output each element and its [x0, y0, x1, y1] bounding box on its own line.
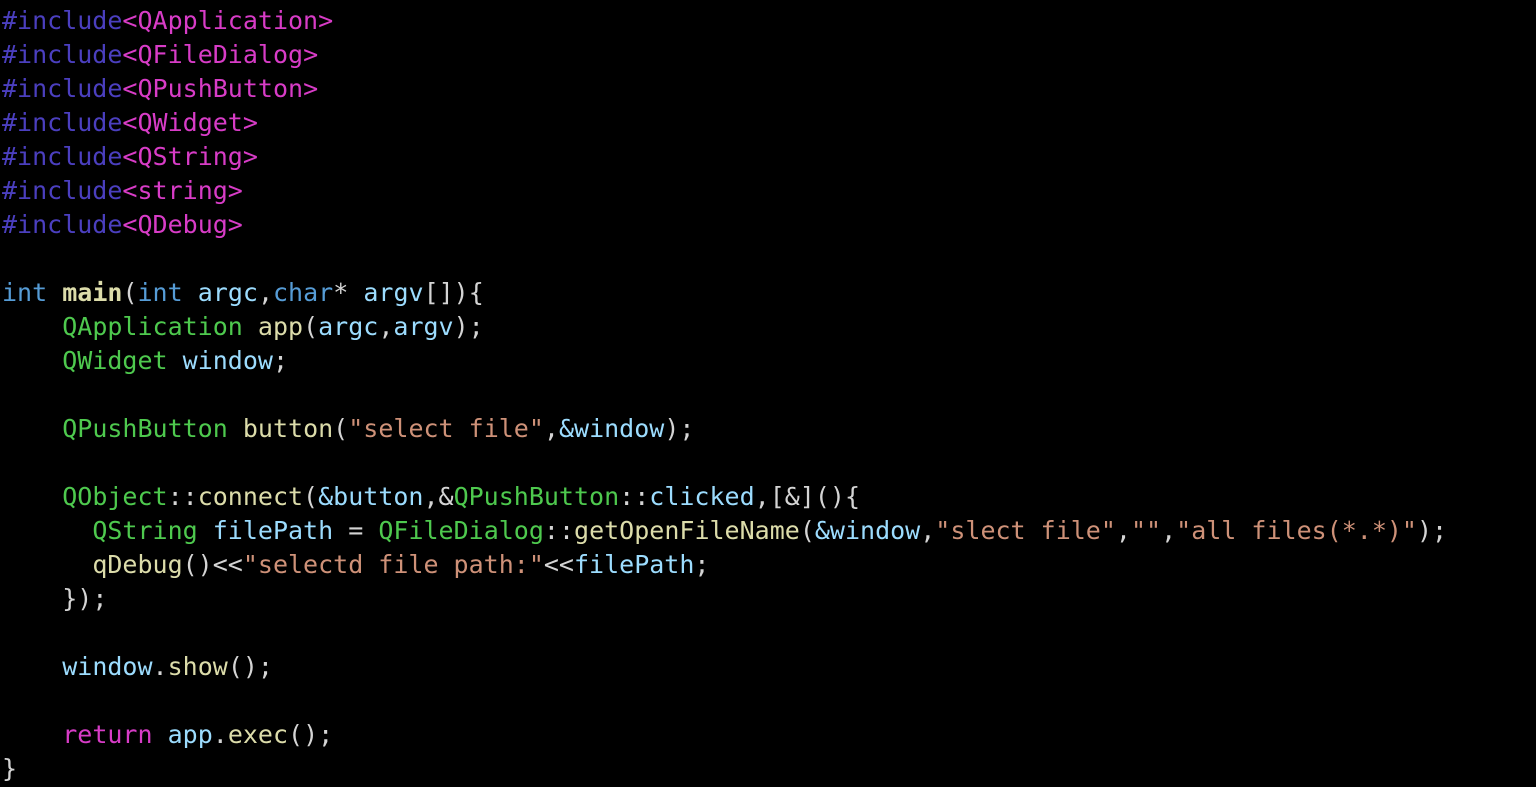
code-line: QPushButton button("select file",&window… — [2, 414, 694, 443]
code-line: #include<QString> — [2, 142, 258, 171]
include-header: <QPushButton> — [122, 74, 318, 103]
preproc-directive: #include — [2, 108, 122, 137]
string-literal: "all files(*.*)" — [1176, 516, 1417, 545]
include-header: <QDebug> — [122, 210, 242, 239]
keyword: char — [273, 278, 333, 307]
preproc-directive: #include — [2, 74, 122, 103]
identifier: argc — [318, 312, 378, 341]
code-line: } — [2, 754, 17, 783]
include-header: <QString> — [122, 142, 257, 171]
preproc-directive: #include — [2, 40, 122, 69]
identifier: window — [183, 346, 273, 375]
function-call: exec — [228, 720, 288, 749]
type: QPushButton — [62, 414, 228, 443]
include-header: <QFileDialog> — [122, 40, 318, 69]
code-line: }); — [2, 584, 107, 613]
identifier: &button — [318, 482, 423, 511]
function-call: connect — [198, 482, 303, 511]
code-line: #include<QDebug> — [2, 210, 243, 239]
identifier: argc — [198, 278, 258, 307]
include-header: <QWidget> — [122, 108, 257, 137]
preproc-directive: #include — [2, 176, 122, 205]
code-editor[interactable]: #include<QApplication> #include<QFileDia… — [0, 0, 1536, 786]
code-line: return app.exec(); — [2, 720, 333, 749]
code-line: #include<QPushButton> — [2, 74, 318, 103]
code-line: int main(int argc,char* argv[]){ — [2, 278, 484, 307]
keyword: int — [2, 278, 47, 307]
preproc-directive: #include — [2, 210, 122, 239]
code-line: #include<string> — [2, 176, 243, 205]
identifier: filePath — [213, 516, 333, 545]
keyword: int — [138, 278, 183, 307]
code-line: window.show(); — [2, 652, 273, 681]
type: QFileDialog — [378, 516, 544, 545]
preproc-directive: #include — [2, 6, 122, 35]
type: QObject — [62, 482, 167, 511]
code-line: #include<QFileDialog> — [2, 40, 318, 69]
identifier: &window — [559, 414, 664, 443]
code-line: #include<QApplication> — [2, 6, 333, 35]
function-call: qDebug — [92, 550, 182, 579]
code-line: #include<QWidget> — [2, 108, 258, 137]
preproc-directive: #include — [2, 142, 122, 171]
function-call: show — [168, 652, 228, 681]
type: QString — [92, 516, 197, 545]
type: QWidget — [62, 346, 167, 375]
identifier: argv — [393, 312, 453, 341]
code-line: QObject::connect(&button,&QPushButton::c… — [2, 482, 860, 511]
string-literal: "select file" — [348, 414, 544, 443]
identifier: &window — [815, 516, 920, 545]
identifier: window — [62, 652, 152, 681]
identifier: filePath — [574, 550, 694, 579]
identifier: app — [258, 312, 303, 341]
keyword: return — [62, 720, 152, 749]
code-line: qDebug()<<"selectd file path:"<<filePath… — [2, 550, 709, 579]
identifier: button — [243, 414, 333, 443]
identifier: clicked — [649, 482, 754, 511]
include-header: <string> — [122, 176, 242, 205]
identifier: app — [168, 720, 213, 749]
function-name: main — [62, 278, 122, 307]
code-line: QApplication app(argc,argv); — [2, 312, 484, 341]
string-literal: "selectd file path:" — [243, 550, 544, 579]
type: QPushButton — [454, 482, 620, 511]
string-literal: "" — [1131, 516, 1161, 545]
include-header: <QApplication> — [122, 6, 333, 35]
identifier: argv — [363, 278, 423, 307]
string-literal: "slect file" — [935, 516, 1116, 545]
code-line: QString filePath = QFileDialog::getOpenF… — [2, 516, 1447, 545]
type: QApplication — [62, 312, 243, 341]
function-call: getOpenFileName — [574, 516, 800, 545]
code-line: QWidget window; — [2, 346, 288, 375]
